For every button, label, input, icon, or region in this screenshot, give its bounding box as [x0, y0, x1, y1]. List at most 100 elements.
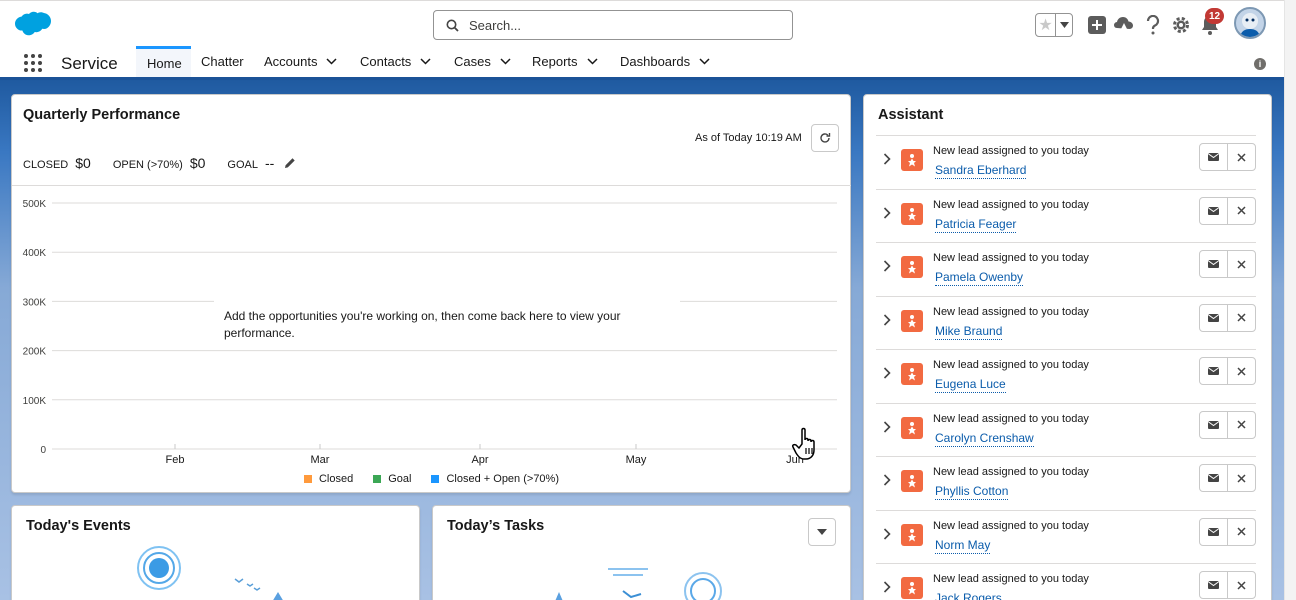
- dismiss-button[interactable]: [1228, 519, 1255, 545]
- send-email-button[interactable]: [1200, 304, 1228, 331]
- send-email-button[interactable]: [1200, 572, 1228, 598]
- send-email-button[interactable]: [1200, 411, 1228, 438]
- assistant-item-actions: [1199, 464, 1256, 492]
- send-email-button[interactable]: [1200, 518, 1228, 545]
- chevron-right-icon[interactable]: [883, 474, 891, 486]
- dismiss-button[interactable]: [1228, 305, 1255, 331]
- assistant-item-actions: [1199, 250, 1256, 278]
- email-envelope-icon: [1207, 367, 1219, 375]
- global-search-input[interactable]: Search...: [433, 10, 793, 40]
- send-email-button[interactable]: [1200, 465, 1228, 491]
- favorites-menu-button[interactable]: [1056, 14, 1072, 36]
- help-icon[interactable]: [1142, 14, 1164, 36]
- global-header: Search... ★ 12: [0, 0, 1296, 46]
- tab-contacts[interactable]: Contacts: [349, 46, 442, 77]
- lead-star-icon: [901, 309, 923, 332]
- assistant-item: New lead assigned to you today Norm May: [876, 509, 1256, 563]
- chevron-right-icon[interactable]: [883, 420, 891, 433]
- user-avatar[interactable]: [1234, 7, 1266, 39]
- chart-empty-message: Add the opportunities you're working on,…: [214, 300, 680, 350]
- app-name: Service: [61, 54, 118, 73]
- lead-star-icon: [901, 202, 923, 225]
- close-icon: [1237, 580, 1246, 590]
- global-actions-add-icon[interactable]: [1086, 14, 1108, 36]
- assistant-item-actions: [1199, 517, 1256, 546]
- dismiss-button[interactable]: [1228, 251, 1255, 277]
- legend-item-goal[interactable]: Goal: [373, 473, 411, 485]
- y-axis-tick-label: 0: [40, 445, 46, 456]
- chevron-right-icon[interactable]: [883, 367, 891, 379]
- chevron-right-icon[interactable]: [883, 313, 891, 326]
- lead-star-icon: [901, 523, 923, 546]
- legend-item-closed-open[interactable]: Closed + Open (>70%): [431, 473, 559, 485]
- chevron-down-icon[interactable]: [500, 58, 511, 65]
- refresh-button[interactable]: [811, 124, 839, 152]
- email-envelope-icon: [1207, 260, 1219, 268]
- tab-cases[interactable]: Cases: [443, 46, 522, 77]
- favorites-button[interactable]: ★: [1035, 13, 1073, 37]
- send-email-button[interactable]: [1200, 251, 1228, 277]
- y-axis-tick-label: 200K: [23, 347, 47, 358]
- tasks-menu-button[interactable]: [808, 518, 836, 546]
- assistant-item-message: New lead assigned to you today: [933, 198, 1089, 211]
- card-title: Quarterly Performance: [23, 107, 181, 123]
- lead-name-link[interactable]: Mike Braund: [935, 324, 1003, 340]
- lead-name-link[interactable]: Sandra Eberhard: [935, 163, 1027, 179]
- lead-name-link[interactable]: Norm May: [935, 538, 991, 554]
- lead-name-link[interactable]: Jack Rogers: [935, 591, 1002, 600]
- trailhead-icon[interactable]: [1113, 14, 1135, 36]
- assistant-item-actions: [1199, 571, 1256, 599]
- chevron-down-icon[interactable]: [420, 58, 431, 65]
- dismiss-button[interactable]: [1228, 465, 1255, 491]
- assistant-item-message: New lead assigned to you today: [933, 359, 1089, 371]
- chevron-down-icon[interactable]: [587, 58, 598, 65]
- send-email-button[interactable]: [1200, 197, 1228, 224]
- chevron-down-icon: [817, 529, 827, 535]
- assistant-item-message: New lead assigned to you today: [933, 573, 1089, 585]
- lead-name-link[interactable]: Eugena Luce: [935, 377, 1006, 393]
- salesforce-logo-icon[interactable]: [14, 11, 52, 42]
- notification-count-badge: 12: [1205, 8, 1224, 24]
- info-icon[interactable]: i: [1254, 58, 1266, 70]
- dismiss-button[interactable]: [1228, 358, 1255, 384]
- tab-dashboards[interactable]: Dashboards: [609, 46, 721, 77]
- assistant-item-message: New lead assigned to you today: [933, 466, 1089, 478]
- chevron-down-icon[interactable]: [699, 58, 710, 65]
- lead-name-link[interactable]: Carolyn Crenshaw: [935, 431, 1034, 447]
- lead-name-link[interactable]: Pamela Owenby: [935, 270, 1024, 286]
- x-axis-tick-label: Mar: [311, 454, 330, 466]
- send-email-button[interactable]: [1200, 144, 1228, 170]
- lead-name-link[interactable]: Phyllis Cotton: [935, 484, 1009, 500]
- todays-events-card: Today's Events: [11, 505, 420, 600]
- tab-reports[interactable]: Reports: [521, 46, 609, 77]
- edit-pencil-icon[interactable]: [284, 157, 296, 169]
- chevron-right-icon[interactable]: [883, 153, 891, 165]
- chevron-right-icon[interactable]: [883, 260, 891, 272]
- x-axis-tick-label: May: [626, 454, 647, 466]
- dismiss-button[interactable]: [1228, 144, 1255, 170]
- send-email-button[interactable]: [1200, 358, 1228, 384]
- legend-swatch: [431, 475, 440, 483]
- email-envelope-icon: [1207, 313, 1219, 322]
- tab-chatter[interactable]: Chatter: [190, 46, 255, 77]
- chevron-down-icon[interactable]: [326, 58, 338, 65]
- legend-item-closed[interactable]: Closed: [303, 473, 353, 485]
- dismiss-button[interactable]: [1228, 198, 1255, 224]
- todays-tasks-card: Today’s Tasks: [432, 505, 851, 600]
- close-icon: [1237, 473, 1246, 483]
- chevron-right-icon[interactable]: [883, 527, 891, 540]
- tab-home[interactable]: Home: [136, 46, 191, 77]
- lead-name-link[interactable]: Patricia Feager: [935, 217, 1017, 233]
- app-launcher-waffle-icon[interactable]: [24, 54, 42, 72]
- dismiss-button[interactable]: [1228, 572, 1255, 598]
- setup-gear-icon[interactable]: [1170, 14, 1192, 36]
- x-axis-tick-label: Apr: [471, 454, 488, 466]
- dismiss-button[interactable]: [1228, 412, 1255, 438]
- assistant-item: New lead assigned to you today Eugena Luc…: [876, 349, 1256, 402]
- page-scrollbar[interactable]: [1284, 0, 1296, 600]
- chevron-right-icon[interactable]: [883, 581, 891, 593]
- tab-label: Dashboards: [620, 54, 691, 69]
- chevron-right-icon[interactable]: [883, 206, 891, 219]
- tab-accounts[interactable]: Accounts: [253, 46, 348, 77]
- star-icon[interactable]: ★: [1036, 14, 1056, 36]
